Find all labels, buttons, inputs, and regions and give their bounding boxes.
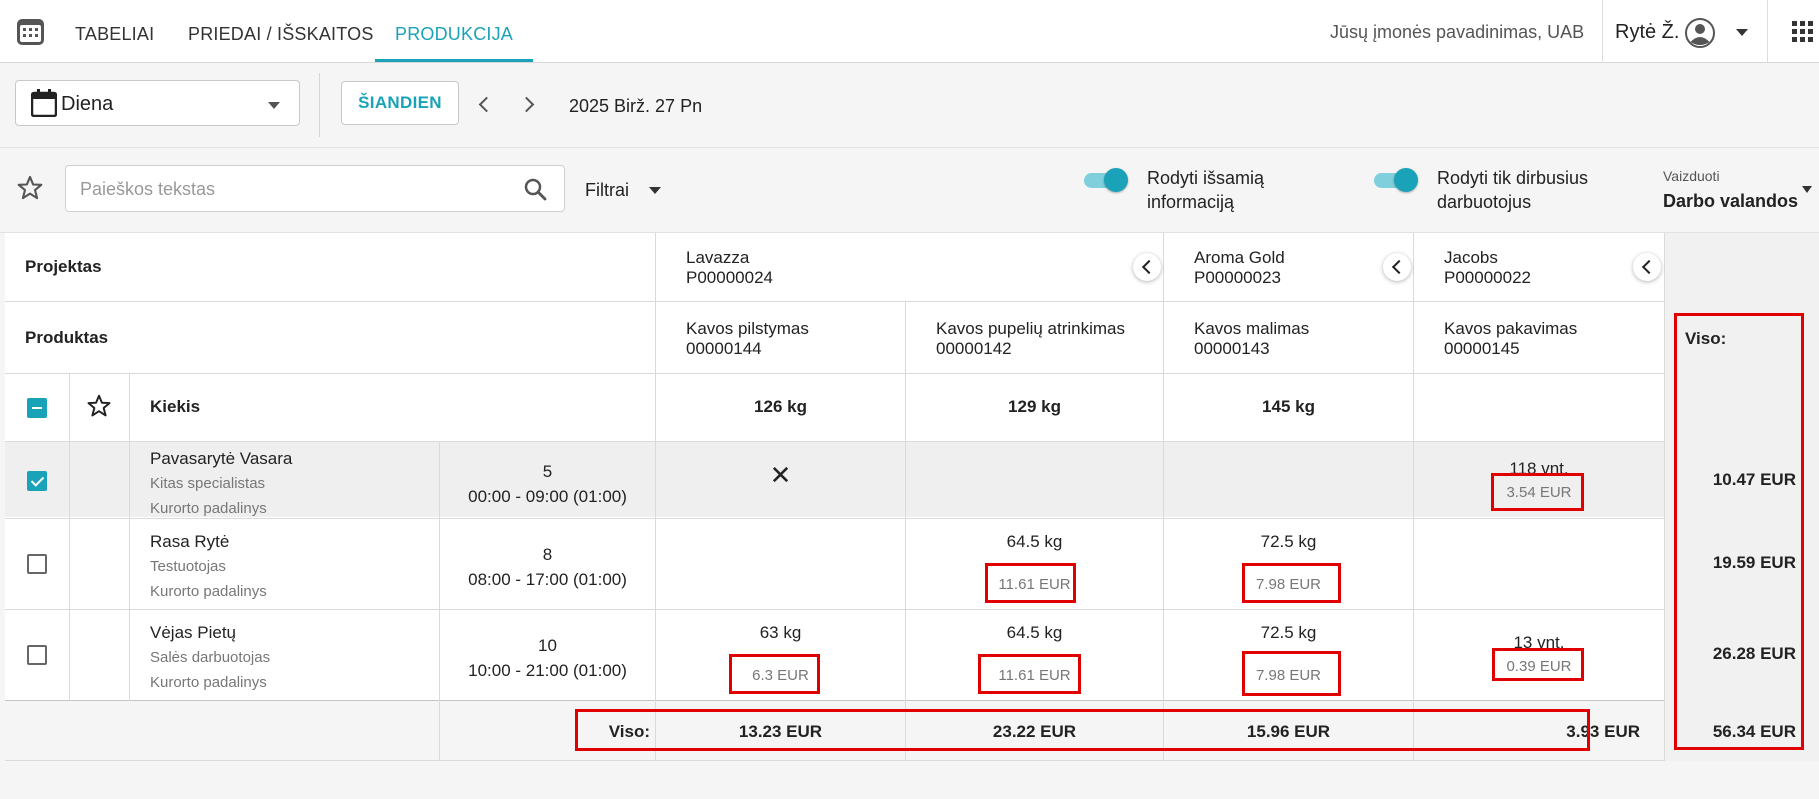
company-name: Jūsų įmonės pavadinimas, UAB xyxy=(1330,22,1585,42)
eur-cell: 7.98 EUR xyxy=(1255,576,1322,593)
eur-cell: 3.54 EUR xyxy=(1506,484,1572,501)
close-icon[interactable]: ✕ xyxy=(656,462,905,488)
eur-cell: 0.39 EUR xyxy=(1506,658,1572,675)
collapse-project-aroma-gold-icon[interactable] xyxy=(1383,253,1411,281)
filter-row: Filtrai Rodyti išsamią informaciją Rodyt… xyxy=(0,148,1819,233)
period-value: Diena xyxy=(61,93,114,115)
product-header-cell: Kavos pakavimas 00000145 xyxy=(1444,319,1578,358)
tab-priedai-isskaitos[interactable]: PRIEDAI / IŠSKAITOS xyxy=(188,0,374,62)
toggle-detailed-info[interactable] xyxy=(1082,167,1128,193)
user-menu-caret-icon[interactable] xyxy=(1736,29,1748,36)
eur-cell: 11.61 EUR xyxy=(998,576,1071,593)
user-avatar-icon[interactable] xyxy=(1684,17,1716,49)
toggle-worked-employees[interactable] xyxy=(1372,167,1418,193)
employee-info[interactable]: Pavasarytė Vasara Kitas specialistas Kur… xyxy=(150,446,292,521)
quantity-cell: 129 kg xyxy=(1008,397,1061,416)
current-date: 2025 Birž. 27 Pn xyxy=(569,96,703,116)
project-jacobs: Jacobs P00000022 xyxy=(1444,248,1531,287)
row-total: 19.59 EUR xyxy=(1712,553,1796,572)
date-toolbar: Diena ŠIANDIEN 2025 Birž. 27 Pn xyxy=(0,63,1819,148)
total-column-bg xyxy=(1665,233,1819,761)
work-time: 8 08:00 - 17:00 (01:00) xyxy=(468,545,627,589)
column-total: 3.93 EUR xyxy=(1566,722,1640,741)
row-checkbox[interactable] xyxy=(27,645,47,665)
project-header: Projektas xyxy=(25,257,102,276)
divider xyxy=(1767,0,1768,63)
search-box xyxy=(65,165,565,212)
favorite-star-icon[interactable] xyxy=(86,393,112,419)
qty-cell: 118 vnt. xyxy=(1509,459,1569,478)
row-total: 10.47 EUR xyxy=(1712,470,1796,489)
calendar-app-icon[interactable] xyxy=(16,17,45,46)
footer-label: Viso: xyxy=(608,722,650,741)
qty-cell: 72.5 kg xyxy=(1260,532,1317,551)
qty-cell: 63 kg xyxy=(759,623,802,642)
filters-chevron-down-icon[interactable] xyxy=(649,187,661,194)
filters-button[interactable]: Filtrai xyxy=(585,180,629,201)
column-total: 13.23 EUR xyxy=(738,722,823,741)
eur-cell: 6.3 EUR xyxy=(752,667,809,684)
column-total: 15.96 EUR xyxy=(1246,722,1331,741)
tab-produkcija[interactable]: PRODUKCIJA xyxy=(375,0,534,62)
quantity-cell: 145 kg xyxy=(1262,397,1315,416)
row-checkbox[interactable] xyxy=(27,554,47,574)
next-day-icon[interactable] xyxy=(518,96,535,113)
divider xyxy=(1602,0,1603,63)
divider xyxy=(319,73,320,137)
search-icon[interactable] xyxy=(523,177,547,201)
today-button[interactable]: ŠIANDIEN xyxy=(341,81,459,125)
previous-day-icon[interactable] xyxy=(478,96,495,113)
top-navigation: TABELIAI PRIEDAI / IŠSKAITOS PRODUKCIJA … xyxy=(0,0,1819,63)
product-header-cell: Kavos malimas 00000143 xyxy=(1194,319,1310,358)
project-lavazza: Lavazza P00000024 xyxy=(686,248,773,287)
tab-tabeliai[interactable]: TABELIAI xyxy=(75,0,154,62)
quantity-header: Kiekis xyxy=(150,397,201,416)
chevron-down-icon xyxy=(268,102,280,109)
filters-label: Filtrai xyxy=(585,180,629,200)
select-all-checkbox[interactable] xyxy=(27,398,47,418)
toggle-worked-employees-label: Rodyti tik dirbusius darbuotojus xyxy=(1437,168,1589,212)
view-mode-label: Vaizduoti xyxy=(1663,168,1720,184)
view-mode-select[interactable]: Darbo valandos xyxy=(1663,191,1798,212)
toggle-detailed-info-label: Rodyti išsamią informaciją xyxy=(1147,168,1265,212)
product-header-cell: Kavos pilstymas 00000144 xyxy=(686,319,809,358)
qty-cell: 72.5 kg xyxy=(1260,623,1317,642)
collapse-project-lavazza-icon[interactable] xyxy=(1133,253,1161,281)
qty-cell: 13 vnt. xyxy=(1513,633,1565,652)
apps-grid-icon[interactable] xyxy=(1790,20,1816,44)
collapse-project-jacobs-icon[interactable] xyxy=(1633,253,1661,281)
quantity-cell: 126 kg xyxy=(754,397,807,416)
period-select[interactable]: Diena xyxy=(15,80,300,126)
calendar-icon xyxy=(31,89,57,117)
column-total: 23.22 EUR xyxy=(992,722,1077,741)
product-header-cell: Kavos pupelių atrinkimas 00000142 xyxy=(936,319,1125,358)
product-header: Produktas xyxy=(25,328,109,347)
qty-cell: 64.5 kg xyxy=(1006,532,1063,551)
favorite-star-icon[interactable] xyxy=(16,174,44,202)
project-aroma-gold: Aroma Gold P00000023 xyxy=(1194,248,1285,287)
work-time: 10 10:00 - 21:00 (01:00) xyxy=(468,636,627,680)
view-mode-chevron-down-icon[interactable] xyxy=(1802,186,1812,193)
work-time: 5 00:00 - 09:00 (01:00) xyxy=(468,462,627,506)
employee-info[interactable]: Rasa Rytė Testuotojas Kurorto padalinys xyxy=(150,529,267,604)
production-table: Projektas Produktas Lavazza P00000024 Aro… xyxy=(5,233,1819,761)
search-input[interactable] xyxy=(80,176,500,202)
eur-cell: 11.61 EUR xyxy=(998,667,1071,684)
user-name[interactable]: Rytė Ž. xyxy=(1615,21,1679,44)
eur-cell: 7.98 EUR xyxy=(1255,667,1322,684)
row-total: 26.28 EUR xyxy=(1712,644,1796,663)
employee-info[interactable]: Vėjas Pietų Salės darbuotojas Kurorto pa… xyxy=(150,620,270,695)
row-checkbox[interactable] xyxy=(27,471,47,491)
qty-cell: 64.5 kg xyxy=(1006,623,1063,642)
total-header: Viso: xyxy=(1685,329,1727,348)
grand-total: 56.34 EUR xyxy=(1712,722,1796,741)
